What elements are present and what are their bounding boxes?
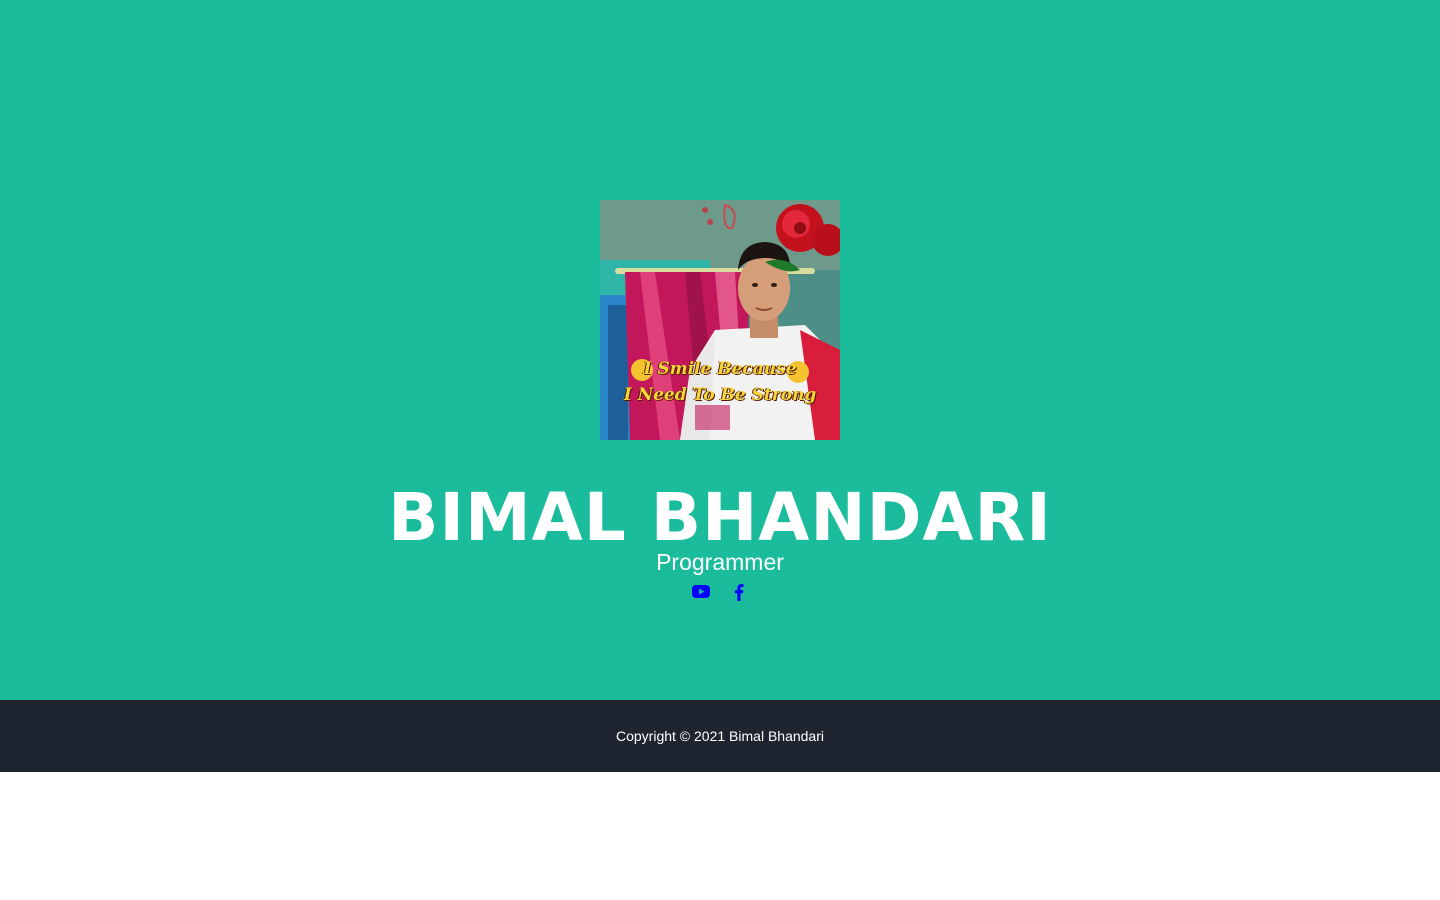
- youtube-icon: [692, 585, 710, 598]
- copyright-text: Copyright © 2021 Bimal Bhandari: [616, 728, 824, 744]
- facebook-link[interactable]: [730, 582, 748, 602]
- profile-role: Programmer: [656, 549, 784, 575]
- footer: Copyright © 2021 Bimal Bhandari: [0, 700, 1440, 772]
- facebook-icon: [734, 583, 744, 601]
- photo-caption-line1: I Smile Because: [643, 359, 797, 379]
- hero-section: I Smile Because I Need To Be Strong BIMA…: [0, 0, 1440, 700]
- profile-photo: I Smile Because I Need To Be Strong: [600, 200, 840, 440]
- youtube-link[interactable]: [692, 582, 710, 602]
- social-links: [0, 582, 1440, 602]
- photo-caption-line2: I Need To Be Strong: [623, 385, 817, 405]
